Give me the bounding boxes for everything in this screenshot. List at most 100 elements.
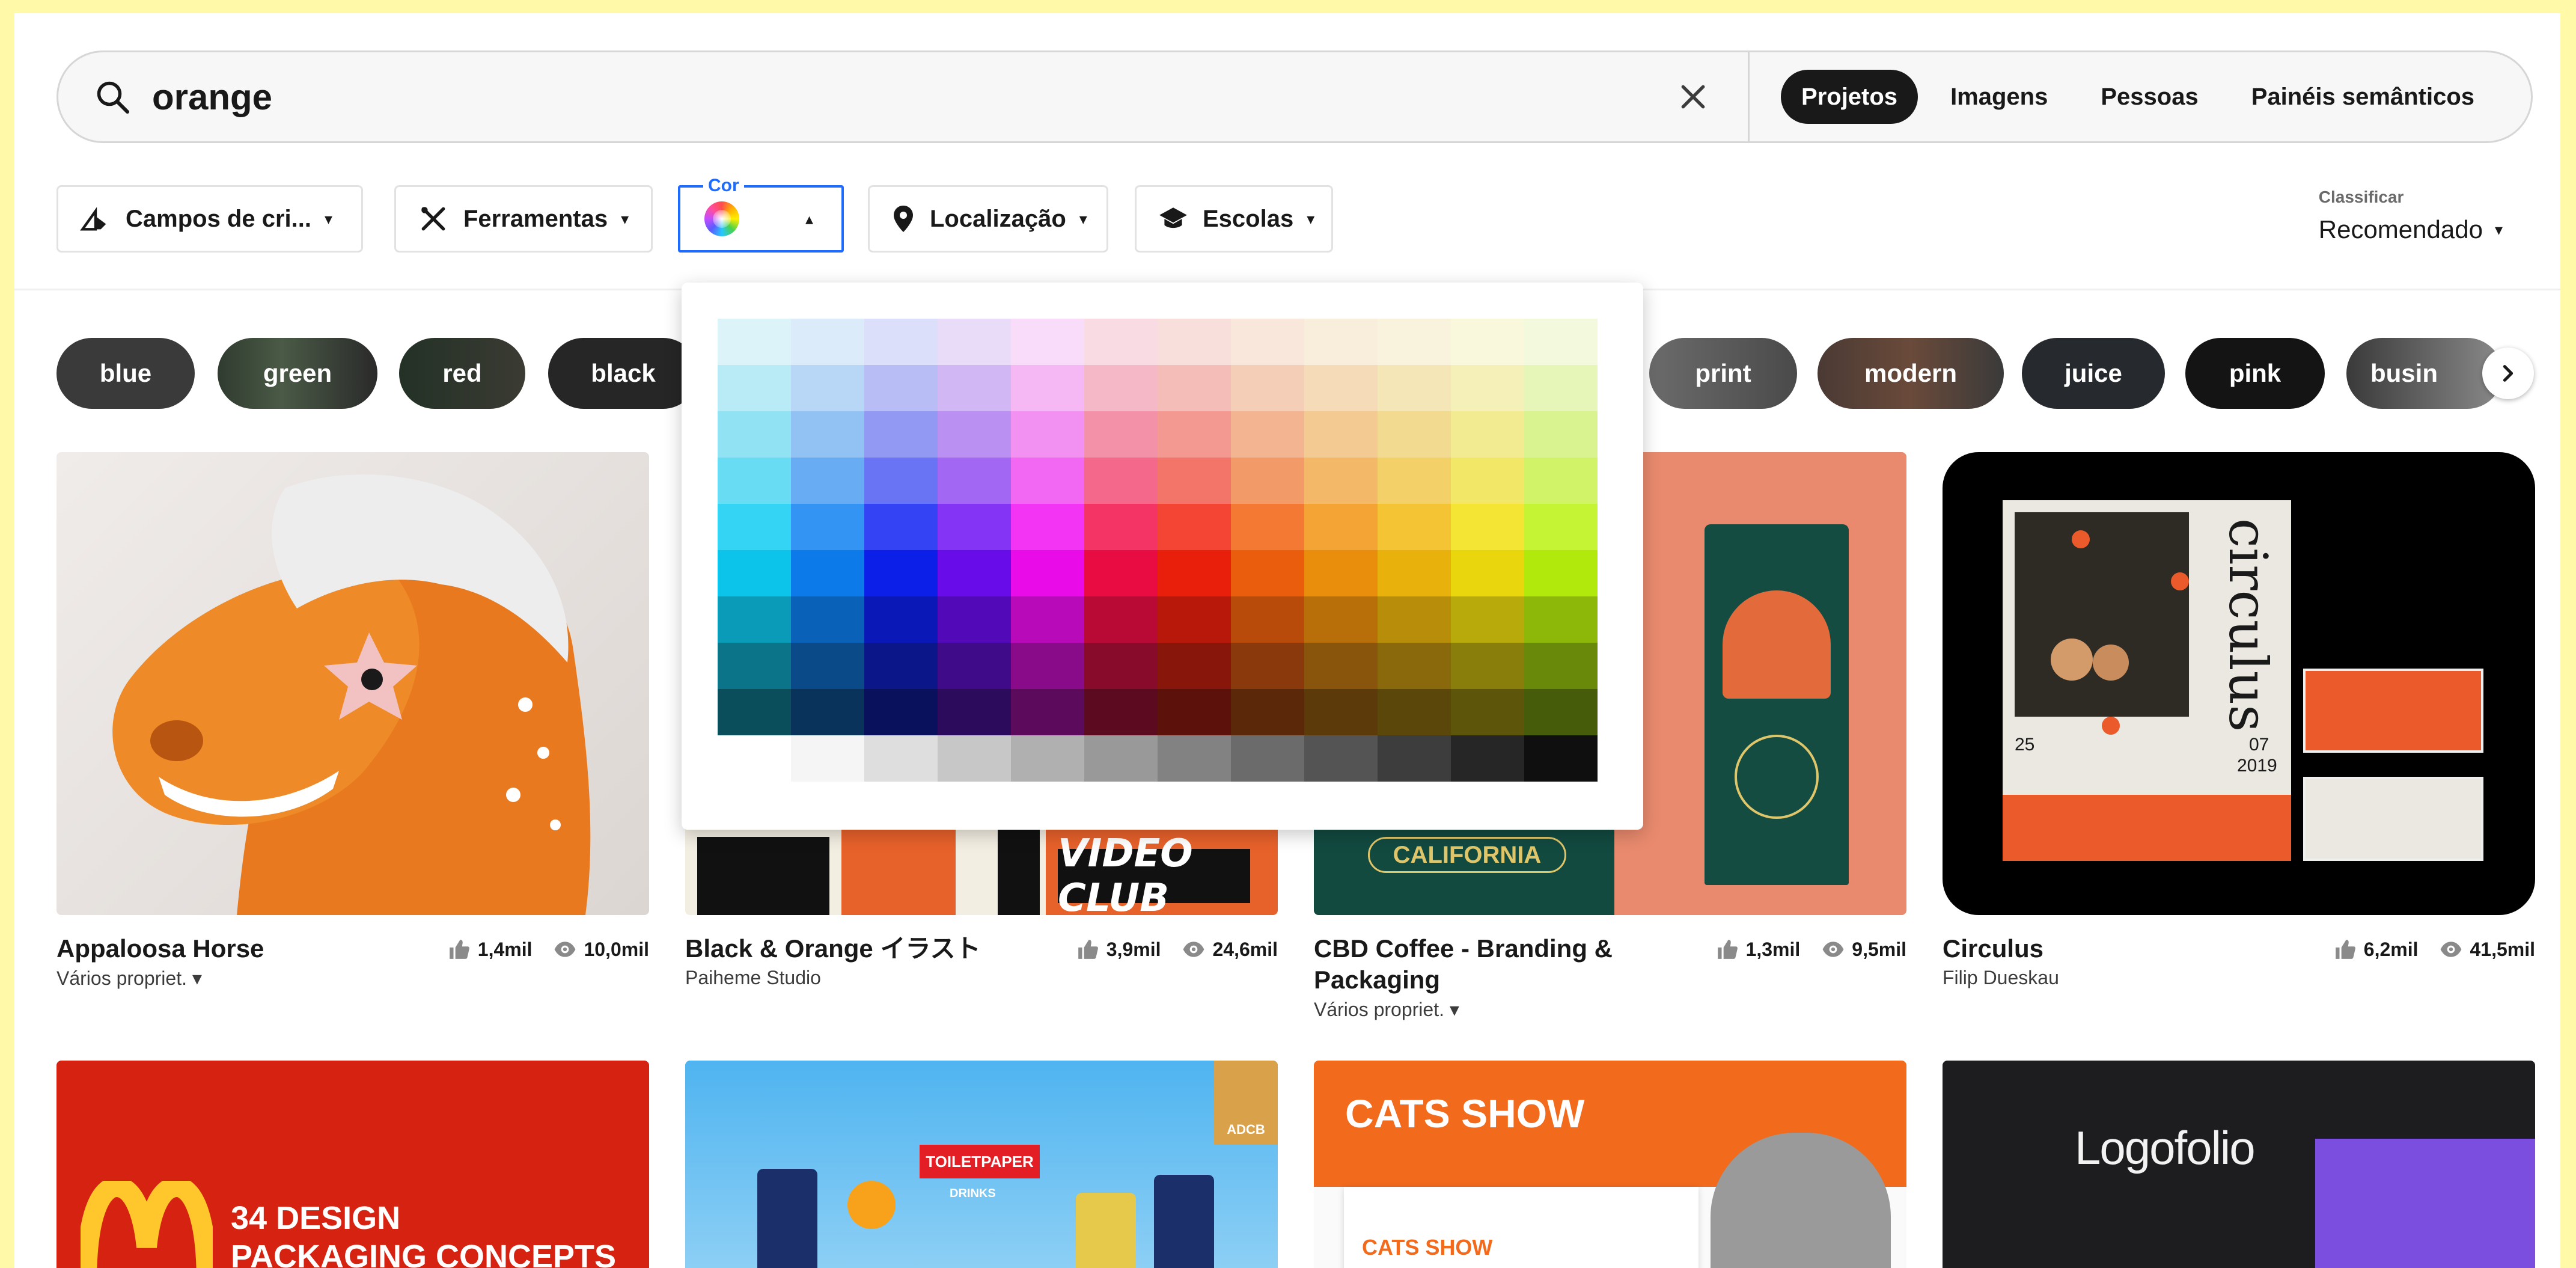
color-swatch[interactable] xyxy=(1011,319,1084,365)
color-swatch[interactable] xyxy=(864,643,938,689)
filter-campos-de-criacao[interactable]: Campos de cri... ▾ xyxy=(56,185,363,253)
tab-paineis-semanticos[interactable]: Painéis semânticos xyxy=(2231,70,2495,124)
project-thumbnail[interactable] xyxy=(56,452,649,915)
color-swatch[interactable] xyxy=(1158,550,1231,596)
color-swatch[interactable] xyxy=(938,458,1011,504)
color-swatch[interactable] xyxy=(1231,458,1304,504)
color-swatch[interactable] xyxy=(1378,458,1451,504)
filter-ferramentas[interactable]: Ferramentas ▾ xyxy=(394,185,653,253)
project-title[interactable]: Black & Orange イラスト xyxy=(685,933,981,964)
color-swatch[interactable] xyxy=(791,550,864,596)
color-swatch[interactable] xyxy=(718,504,791,550)
grey-swatch[interactable] xyxy=(864,735,938,782)
color-swatch[interactable] xyxy=(1011,689,1084,735)
project-thumbnail[interactable]: circulus 25 07 2019 xyxy=(1943,452,2535,915)
color-swatch[interactable] xyxy=(864,504,938,550)
color-swatch[interactable] xyxy=(1158,596,1231,643)
color-swatch[interactable] xyxy=(864,689,938,735)
color-swatch[interactable] xyxy=(938,365,1011,411)
color-swatch[interactable] xyxy=(1451,458,1524,504)
color-swatch[interactable] xyxy=(1304,689,1378,735)
tag-business[interactable]: busin xyxy=(2346,338,2503,409)
color-swatch[interactable] xyxy=(1084,411,1158,458)
color-swatch[interactable] xyxy=(1231,550,1304,596)
color-swatch[interactable] xyxy=(938,689,1011,735)
tags-next-button[interactable] xyxy=(2482,348,2534,399)
color-swatch[interactable] xyxy=(1011,458,1084,504)
tag-modern[interactable]: modern xyxy=(1818,338,2004,409)
color-swatch[interactable] xyxy=(791,365,864,411)
color-swatch[interactable] xyxy=(1304,643,1378,689)
color-swatch[interactable] xyxy=(791,596,864,643)
color-swatch[interactable] xyxy=(791,689,864,735)
grey-swatch[interactable] xyxy=(791,735,864,782)
color-swatch[interactable] xyxy=(864,596,938,643)
color-swatch[interactable] xyxy=(791,411,864,458)
grey-swatch[interactable] xyxy=(1231,735,1304,782)
color-swatch[interactable] xyxy=(1158,504,1231,550)
search-input[interactable]: orange xyxy=(152,76,1672,118)
project-owner[interactable]: Vários propriet. ▾ xyxy=(56,967,264,990)
color-swatch[interactable] xyxy=(1304,319,1378,365)
color-swatch[interactable] xyxy=(1158,365,1231,411)
color-swatch[interactable] xyxy=(938,411,1011,458)
color-swatch[interactable] xyxy=(1378,550,1451,596)
color-swatch[interactable] xyxy=(1451,504,1524,550)
color-swatch[interactable] xyxy=(1451,319,1524,365)
project-owner[interactable]: Vários propriet. ▾ xyxy=(1314,998,1650,1021)
color-swatch[interactable] xyxy=(1378,643,1451,689)
color-swatch[interactable] xyxy=(1378,365,1451,411)
color-swatch[interactable] xyxy=(1231,596,1304,643)
color-swatch[interactable] xyxy=(1231,319,1304,365)
tag-pink[interactable]: pink xyxy=(2185,338,2325,409)
color-swatch[interactable] xyxy=(864,411,938,458)
clear-search-button[interactable] xyxy=(1672,76,1714,118)
color-swatch[interactable] xyxy=(1084,689,1158,735)
color-swatch[interactable] xyxy=(1011,550,1084,596)
color-swatch[interactable] xyxy=(1011,596,1084,643)
color-swatch[interactable] xyxy=(1011,504,1084,550)
color-swatch[interactable] xyxy=(1231,365,1304,411)
tag-black[interactable]: black xyxy=(548,338,698,409)
color-swatch[interactable] xyxy=(938,550,1011,596)
color-swatch[interactable] xyxy=(1524,504,1598,550)
project-card[interactable]: Logofolio xyxy=(1943,1061,2535,1268)
color-swatch[interactable] xyxy=(1011,411,1084,458)
grey-swatch[interactable] xyxy=(1158,735,1231,782)
project-title[interactable]: Circulus xyxy=(1943,933,2059,964)
grey-swatch[interactable] xyxy=(938,735,1011,782)
color-swatch[interactable] xyxy=(1524,411,1598,458)
color-swatch[interactable] xyxy=(938,596,1011,643)
grey-swatch[interactable] xyxy=(1524,735,1598,782)
tab-projetos[interactable]: Projetos xyxy=(1781,70,1918,124)
color-swatch[interactable] xyxy=(1451,689,1524,735)
color-swatch[interactable] xyxy=(864,319,938,365)
project-owner[interactable]: Paiheme Studio xyxy=(685,967,981,989)
color-swatch[interactable] xyxy=(1158,411,1231,458)
color-swatch[interactable] xyxy=(1011,365,1084,411)
color-swatch[interactable] xyxy=(1158,689,1231,735)
color-swatch[interactable] xyxy=(1451,411,1524,458)
color-swatch[interactable] xyxy=(864,365,938,411)
color-swatch[interactable] xyxy=(1084,458,1158,504)
tag-blue[interactable]: blue xyxy=(56,338,195,409)
color-swatch[interactable] xyxy=(1378,504,1451,550)
color-swatch[interactable] xyxy=(718,550,791,596)
tab-pessoas[interactable]: Pessoas xyxy=(2080,70,2218,124)
color-swatch[interactable] xyxy=(791,504,864,550)
color-swatch[interactable] xyxy=(1524,643,1598,689)
color-swatch[interactable] xyxy=(1304,365,1378,411)
color-swatch[interactable] xyxy=(1231,643,1304,689)
filter-cor[interactable]: Cor ▴ xyxy=(678,176,844,253)
project-card[interactable]: Appaloosa Horse Vários propriet. ▾ 1,4mi… xyxy=(56,452,649,990)
grey-swatch[interactable] xyxy=(1451,735,1524,782)
grey-swatch[interactable] xyxy=(1084,735,1158,782)
color-swatch[interactable] xyxy=(1378,689,1451,735)
color-swatch[interactable] xyxy=(1524,319,1598,365)
tag-green[interactable]: green xyxy=(218,338,377,409)
project-title[interactable]: CBD Coffee - Branding & Packaging xyxy=(1314,933,1650,996)
color-swatch[interactable] xyxy=(791,643,864,689)
color-swatch[interactable] xyxy=(718,365,791,411)
color-swatch[interactable] xyxy=(1084,504,1158,550)
color-swatch[interactable] xyxy=(1084,365,1158,411)
